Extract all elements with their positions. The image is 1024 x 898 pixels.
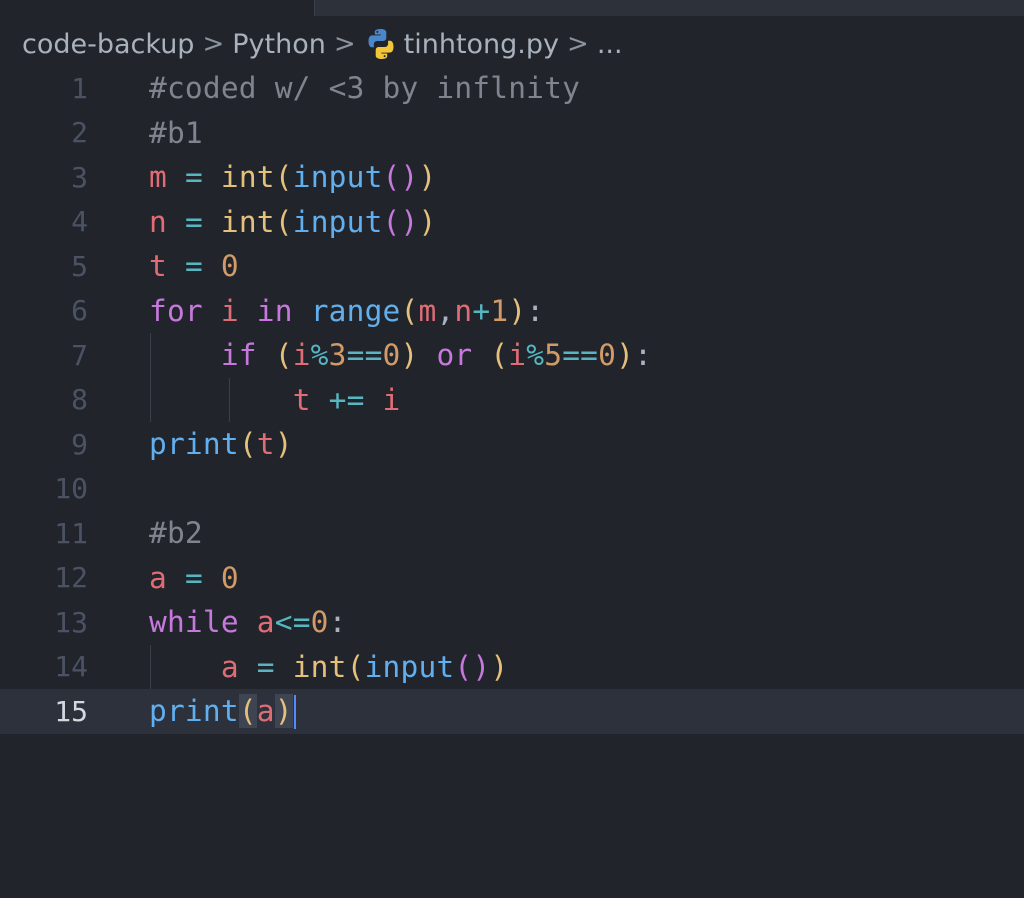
line-number: 9 bbox=[71, 427, 88, 461]
code-line[interactable]: 1 #coded w/ <3 by inflnity bbox=[0, 66, 1024, 111]
code-text[interactable]: t = 0 bbox=[149, 249, 239, 283]
line-number: 11 bbox=[54, 516, 88, 550]
code-line[interactable]: 8 t += i bbox=[0, 377, 1024, 422]
code-line[interactable]: 3 m = int(input()) bbox=[0, 155, 1024, 200]
line-number: 3 bbox=[71, 160, 88, 194]
python-icon bbox=[364, 27, 398, 61]
line-number: 15 bbox=[54, 694, 88, 728]
text-cursor bbox=[293, 695, 296, 729]
code-line[interactable]: 9 print(t) bbox=[0, 422, 1024, 467]
code-line[interactable]: 13 while a<=0: bbox=[0, 600, 1024, 645]
line-number: 7 bbox=[71, 338, 88, 372]
breadcrumb-separator-icon: > bbox=[202, 29, 225, 59]
line-number: 6 bbox=[71, 294, 88, 328]
code-line[interactable]: 10 bbox=[0, 467, 1024, 512]
code-line[interactable]: 14 a = int(input()) bbox=[0, 644, 1024, 689]
code-line[interactable]: 5 t = 0 bbox=[0, 244, 1024, 289]
line-number: 1 bbox=[71, 71, 88, 105]
breadcrumb-item-symbols[interactable]: ... bbox=[597, 29, 623, 60]
breadcrumb-item-subfolder[interactable]: Python bbox=[232, 29, 326, 60]
code-line[interactable]: 6 for i in range(m,n+1): bbox=[0, 289, 1024, 334]
code-text[interactable]: #b2 bbox=[149, 516, 203, 550]
code-text[interactable]: print(t) bbox=[149, 427, 293, 461]
code-line[interactable]: 2 #b1 bbox=[0, 111, 1024, 156]
breadcrumb-separator-icon: > bbox=[333, 29, 356, 59]
code-text[interactable]: n = int(input()) bbox=[149, 205, 436, 239]
code-text[interactable]: a = int(input()) bbox=[149, 650, 508, 684]
code-text[interactable]: #coded w/ <3 by inflnity bbox=[149, 71, 580, 105]
breadcrumb-item-file[interactable]: tinhtong.py bbox=[404, 29, 559, 60]
tab-strip-empty-area bbox=[314, 0, 1024, 16]
line-number: 8 bbox=[71, 383, 88, 417]
code-line[interactable]: 7 if (i%3==0) or (i%5==0): bbox=[0, 333, 1024, 378]
breadcrumb-item-folder[interactable]: code-backup bbox=[22, 29, 194, 60]
code-text[interactable]: while a<=0: bbox=[149, 605, 347, 639]
code-text[interactable]: m = int(input()) bbox=[149, 160, 436, 194]
code-line[interactable]: 4 n = int(input()) bbox=[0, 200, 1024, 245]
code-text[interactable]: for i in range(m,n+1): bbox=[149, 294, 544, 328]
code-editor[interactable]: code-backup > Python > tinhtong.py > ...… bbox=[0, 0, 1024, 898]
breadcrumb: code-backup > Python > tinhtong.py > ... bbox=[22, 24, 623, 64]
code-line[interactable]: 12 a = 0 bbox=[0, 556, 1024, 601]
editor-lines[interactable]: 1 #coded w/ <3 by inflnity 2 #b1 3 m = i… bbox=[0, 66, 1024, 734]
line-number: 2 bbox=[71, 116, 88, 150]
code-line[interactable]: 11 #b2 bbox=[0, 511, 1024, 556]
line-number: 5 bbox=[71, 249, 88, 283]
code-line-active[interactable]: 15 print(a) bbox=[0, 689, 1024, 734]
line-number: 14 bbox=[54, 650, 88, 684]
code-text[interactable]: #b1 bbox=[149, 116, 203, 150]
line-number: 4 bbox=[71, 205, 88, 239]
code-text[interactable]: t += i bbox=[149, 383, 401, 417]
breadcrumb-separator-icon: > bbox=[567, 29, 589, 59]
line-number: 12 bbox=[54, 561, 88, 595]
code-text[interactable]: print(a) bbox=[149, 693, 296, 729]
code-text[interactable]: if (i%3==0) or (i%5==0): bbox=[149, 338, 652, 372]
code-text[interactable]: a = 0 bbox=[149, 561, 239, 595]
tab-strip bbox=[0, 0, 1024, 16]
line-number: 10 bbox=[54, 472, 88, 506]
line-number: 13 bbox=[54, 605, 88, 639]
